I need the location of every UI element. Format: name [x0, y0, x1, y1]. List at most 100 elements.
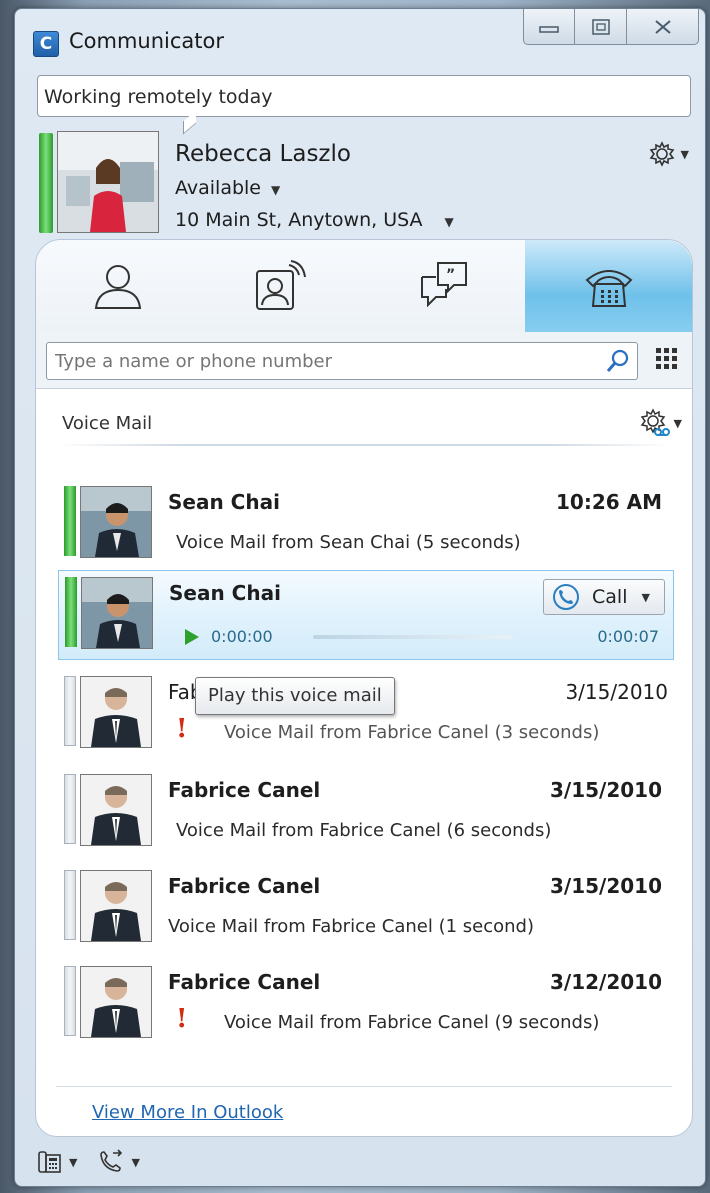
- view-more-in-outlook-link[interactable]: View More In Outlook: [92, 1102, 283, 1123]
- communicator-window: C Communicator Working remotely today Re…: [14, 8, 706, 1187]
- voicemail-header: Voice Mail ▼: [36, 390, 692, 446]
- user-photo: [58, 132, 158, 232]
- divider: [56, 1086, 672, 1087]
- voicemail-item-selected[interactable]: Sean Chai Call ▼ 0:00:00 0:00:07: [58, 570, 674, 660]
- tab-bar: ”: [36, 240, 692, 332]
- desk-phone-icon: [38, 1151, 61, 1173]
- device-menu-button[interactable]: ▼: [37, 1149, 77, 1175]
- high-importance-icon: !: [176, 714, 188, 744]
- contact-avatar: [80, 676, 152, 748]
- user-avatar[interactable]: [57, 131, 159, 233]
- presence-indicator: [39, 133, 53, 233]
- maximize-button[interactable]: [575, 9, 627, 45]
- communicator-app-icon: C: [33, 31, 59, 57]
- call-forwarding-icon: [100, 1149, 123, 1172]
- call-label: Call: [592, 586, 628, 608]
- user-name: Rebecca Laszlo: [175, 141, 351, 167]
- dialpad-icon[interactable]: [654, 346, 680, 376]
- phone-icon: [585, 270, 632, 307]
- voicemail-description: Voice Mail from Fabrice Canel (9 seconds…: [224, 1012, 600, 1033]
- voicemail-date: 3/15/2010: [549, 778, 662, 802]
- activity-feed-icon: [255, 260, 306, 310]
- bottom-toolbar: ▼ ▼: [37, 1145, 237, 1179]
- voicemail-date: 10:26 AM: [555, 490, 662, 514]
- contact-avatar: [80, 486, 152, 558]
- tab-phone[interactable]: [525, 240, 692, 332]
- search-area: [36, 332, 692, 389]
- contact-photo-sean: [82, 578, 152, 648]
- voicemail-options-button[interactable]: ▼: [640, 408, 682, 438]
- presence-indicator: [64, 966, 76, 1036]
- voicemail-item[interactable]: Fabrice Canel 3/15/2010 Voice Mail from …: [58, 864, 674, 948]
- caller-name: Fabrice Canel: [168, 874, 321, 898]
- voicemail-date: 3/12/2010: [549, 970, 662, 994]
- tab-contacts[interactable]: [36, 240, 199, 332]
- gear-icon: [649, 141, 674, 167]
- conversation-icon: ”: [420, 262, 467, 308]
- presence-indicator: [64, 774, 76, 844]
- title-bar[interactable]: C Communicator: [15, 9, 705, 65]
- contact-avatar: [80, 774, 152, 846]
- chevron-down-icon: ▼: [444, 215, 454, 229]
- caller-name: Fabrice Canel: [168, 970, 321, 994]
- voicemail-item[interactable]: Sean Chai 10:26 AM Voice Mail from Sean …: [58, 480, 674, 564]
- search-input[interactable]: [47, 343, 597, 379]
- divider: [56, 444, 672, 446]
- contact-avatar: [81, 577, 153, 649]
- close-button[interactable]: [627, 9, 699, 45]
- tab-conversations[interactable]: ”: [362, 240, 525, 332]
- tab-activity-feeds[interactable]: [199, 240, 362, 332]
- minimize-icon: [539, 25, 559, 33]
- caller-name: Sean Chai: [169, 581, 281, 605]
- voicemail-date: 3/15/2010: [549, 874, 662, 898]
- status-label: Available: [175, 177, 262, 199]
- presence-indicator: [64, 486, 76, 556]
- voicemail-item[interactable]: Fabrice Canel 3/12/2010 ! Voice Mail fro…: [58, 960, 674, 1044]
- voicemail-date: 3/15/2010: [565, 680, 668, 704]
- minimize-button[interactable]: [523, 9, 575, 45]
- personal-note-field[interactable]: Working remotely today: [37, 75, 691, 117]
- high-importance-icon: !: [176, 1004, 188, 1034]
- contacts-icon: [94, 265, 141, 309]
- maximize-icon: [591, 18, 610, 35]
- presence-indicator: [65, 577, 77, 647]
- close-icon: [654, 19, 671, 34]
- window-controls: [523, 9, 699, 45]
- call-phone-icon: [553, 584, 579, 610]
- window-title: Communicator: [69, 29, 225, 53]
- chevron-down-icon: ▼: [69, 1155, 78, 1169]
- voicemail-description: Voice Mail from Fabrice Canel (3 seconds…: [224, 722, 600, 743]
- location-dropdown[interactable]: 10 Main St, Anytown, USA ▼: [175, 209, 454, 231]
- voicemail-item[interactable]: Fabrice Canel 3/15/2010 Voice Mail from …: [58, 768, 674, 852]
- elapsed-time: 0:00:00: [211, 627, 273, 646]
- contact-avatar: [80, 870, 152, 942]
- caller-name: Sean Chai: [168, 490, 280, 514]
- search-icon[interactable]: [605, 348, 631, 378]
- options-menu-button[interactable]: ▼: [649, 141, 689, 167]
- chevron-down-icon: ▼: [271, 183, 281, 197]
- contact-photo-sean: [81, 487, 151, 557]
- voicemail-settings-icon: [640, 408, 670, 436]
- svg-text:”: ”: [446, 267, 455, 283]
- contact-photo-fabrice: [81, 967, 151, 1037]
- status-dropdown[interactable]: Available ▼: [175, 177, 280, 199]
- call-button[interactable]: Call ▼: [543, 579, 665, 615]
- chevron-down-icon: ▼: [680, 147, 689, 161]
- playback-progress-bar[interactable]: [313, 635, 513, 639]
- voicemail-description: Voice Mail from Sean Chai (5 seconds): [176, 532, 521, 553]
- caller-name: Fabrice Canel: [168, 778, 321, 802]
- search-box: [46, 342, 638, 380]
- contact-avatar: [80, 966, 152, 1038]
- voicemail-description: Voice Mail from Fabrice Canel (1 second): [168, 916, 534, 937]
- contact-photo-fabrice: [81, 775, 151, 845]
- play-voicemail-tooltip: Play this voice mail: [195, 677, 395, 715]
- call-forwarding-menu-button[interactable]: ▼: [97, 1149, 140, 1175]
- voicemail-description: Voice Mail from Fabrice Canel (6 seconds…: [176, 820, 552, 841]
- location-label: 10 Main St, Anytown, USA: [175, 209, 423, 231]
- chevron-down-icon[interactable]: ▼: [641, 591, 649, 604]
- chevron-down-icon: ▼: [131, 1155, 140, 1169]
- chevron-down-icon: ▼: [673, 416, 682, 430]
- voicemail-title: Voice Mail: [62, 413, 153, 434]
- presence-indicator: [64, 870, 76, 940]
- play-icon[interactable]: [185, 629, 199, 645]
